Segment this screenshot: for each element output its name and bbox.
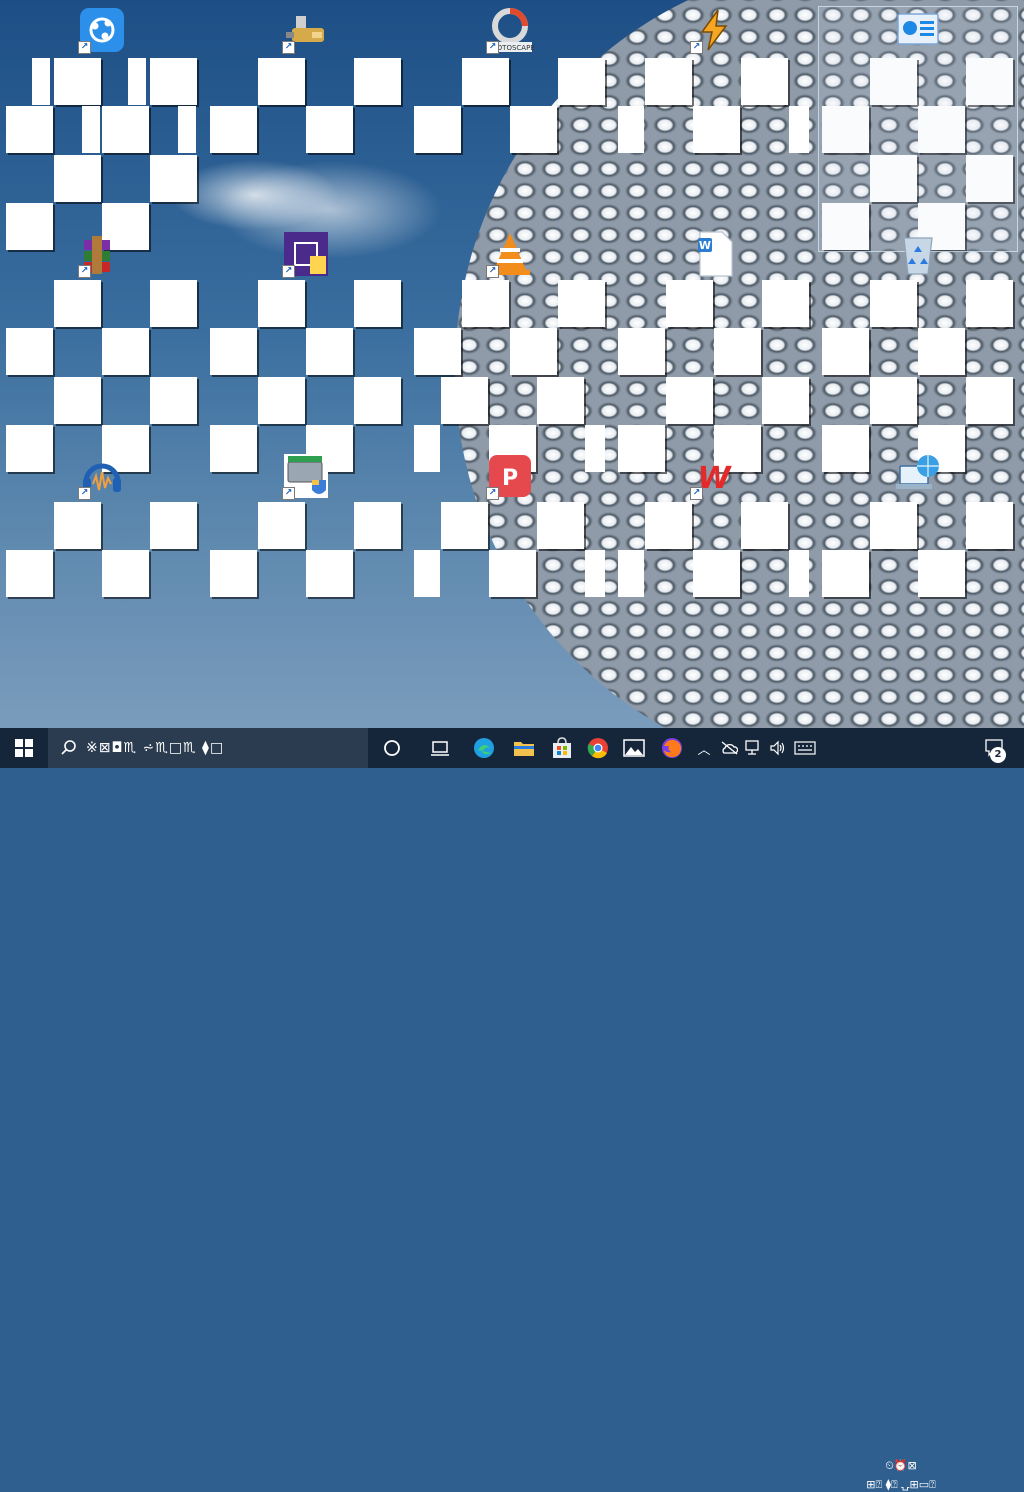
chevron-up-icon: ︿ <box>697 742 711 758</box>
taskbar-store-button[interactable] <box>542 728 582 768</box>
chrome-icon <box>587 738 608 759</box>
gotoscape-icon[interactable]: GOTOSCAPE ↗ <box>486 6 535 54</box>
svg-text:P: P <box>502 466 518 491</box>
notification-count-badge: 2 <box>990 747 1006 763</box>
task-view-button[interactable] <box>420 728 460 768</box>
onedrive-off-icon <box>721 741 738 755</box>
windows-logo-icon <box>15 739 33 757</box>
vlc-icon[interactable]: ↗ <box>486 230 534 278</box>
taskbar-edge-button[interactable] <box>464 728 504 768</box>
shortcut-arrow-icon: ↗ <box>78 487 91 500</box>
taskbar: ※⊠◘♏ ⩫♏□♏ ⧫□ ︿ ⏲⏰⊠ ⊞⍰ ⧫⍰ ⍽⊞▭⍰ 2 <box>0 728 1024 1491</box>
audacity-icon[interactable]: ↗ <box>78 452 126 500</box>
shortcut-arrow-icon: ↗ <box>690 41 703 54</box>
taskbar-search-box[interactable]: ※⊠◘♏ ⩫♏□♏ ⧫□ <box>48 728 368 768</box>
show-hidden-icons-button[interactable]: ︿ <box>694 728 714 768</box>
folder-icon <box>514 742 534 756</box>
control-panel-icon[interactable] <box>894 6 942 54</box>
shareit-icon[interactable]: ↗ <box>78 6 126 54</box>
desktop-background: ↗ ↗ GOTOSCAPE ↗ ↗ ↗ ↗ ↗ W ↗ ↗ P ↗ W ↗ <box>0 0 1024 728</box>
lightning-app-icon[interactable]: ↗ <box>690 6 738 54</box>
search-placeholder: ※⊠◘♏ ⩫♏□♏ ⧫□ <box>86 740 225 756</box>
shortcut-arrow-icon: ↗ <box>282 41 295 54</box>
keyboard-icon <box>794 741 816 755</box>
network-icon <box>745 740 759 755</box>
store-bag-icon <box>553 737 571 758</box>
wps-presentation-icon[interactable]: P ↗ <box>486 452 534 500</box>
clock-date[interactable]: ⊞⍰ ⧫⍰ ⍽⊞▭⍰ <box>840 1478 962 1492</box>
edge-icon <box>474 738 494 758</box>
shortcut-arrow-icon: ↗ <box>486 41 499 54</box>
winrar-icon[interactable]: ↗ <box>78 230 126 278</box>
svg-text:W: W <box>699 239 711 252</box>
shortcut-arrow-icon: ↗ <box>78 41 91 54</box>
shortcut-arrow-icon: ↗ <box>486 265 499 278</box>
speaker-icon <box>770 740 785 756</box>
recycle-bin-icon[interactable] <box>894 230 942 278</box>
disk-cleanup-icon[interactable]: ↗ <box>282 452 330 500</box>
shortcut-arrow-icon: ↗ <box>282 265 295 278</box>
clock-time[interactable]: ⏲⏰⊠ <box>840 1459 962 1473</box>
taskbar-firefox-button[interactable] <box>652 728 692 768</box>
cortana-button[interactable] <box>372 728 412 768</box>
cortana-icon <box>384 740 400 756</box>
tray-network-button[interactable] <box>742 728 766 768</box>
shortcut-arrow-icon: ↗ <box>78 265 91 278</box>
taskbar-photos-button[interactable] <box>614 728 654 768</box>
taskbar-chrome-button[interactable] <box>578 728 618 768</box>
taskbar-file-explorer-button[interactable] <box>504 728 544 768</box>
cpu-z-icon[interactable]: ↗ <box>282 230 330 278</box>
usb-cable-icon[interactable]: ↗ <box>282 6 330 54</box>
word-document-icon[interactable]: W <box>690 230 738 278</box>
shortcut-arrow-icon: ↗ <box>690 487 703 500</box>
search-icon <box>61 740 76 755</box>
notification-center-button[interactable]: 2 <box>976 728 1016 768</box>
tray-cloud-button[interactable] <box>716 728 742 768</box>
firefox-icon <box>662 738 682 758</box>
network-computer-icon[interactable] <box>894 452 942 500</box>
photos-icon <box>623 739 645 757</box>
tray-keyboard-button[interactable] <box>790 728 820 768</box>
start-button[interactable] <box>0 728 48 768</box>
wps-office-icon[interactable]: W ↗ <box>690 452 738 500</box>
tray-volume-button[interactable] <box>766 728 790 768</box>
shortcut-arrow-icon: ↗ <box>486 487 499 500</box>
shortcut-arrow-icon: ↗ <box>282 487 295 500</box>
task-view-icon <box>431 741 449 756</box>
